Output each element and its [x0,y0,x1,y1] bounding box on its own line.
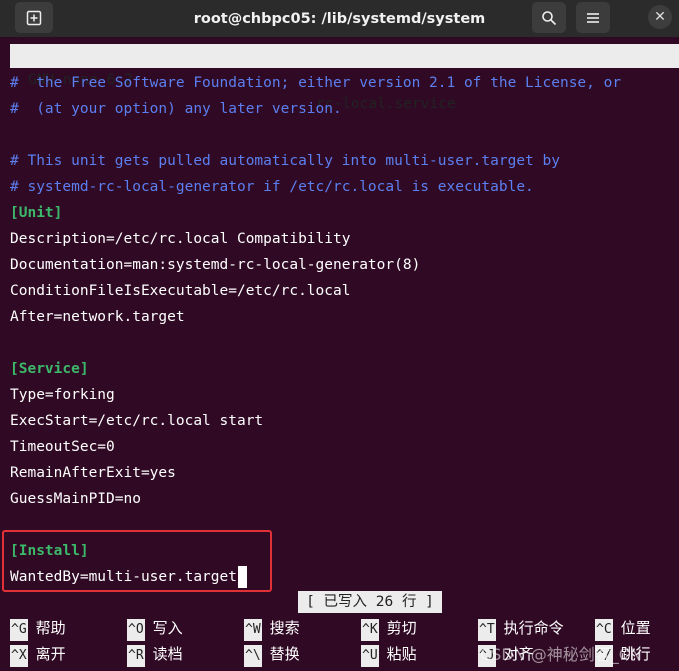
editor-line-text: TimeoutSec=0 [10,439,115,455]
editor-line[interactable]: [Service] [10,356,89,382]
watermark: CSDN @神秘剑客_CN [480,645,642,664]
editor-line[interactable]: GuessMainPID=no [10,486,141,512]
editor-line[interactable]: ExecStart=/etc/rc.local start [10,408,263,434]
editor-line[interactable]: Description=/etc/rc.local Compatibility [10,226,350,252]
shortcut-key: ^X [10,645,28,667]
editor-line[interactable]: # (at your option) any later version. [10,96,342,122]
shortcut-label: 执行命令 [503,619,564,637]
editor-line[interactable]: ConditionFileIsExecutable=/etc/rc.local [10,278,350,304]
shortcut-item[interactable]: ^G 帮助 [10,616,66,641]
editor-line-text: RemainAfterExit=yes [10,465,176,481]
shortcut-item[interactable]: ^T 执行命令 [478,616,564,641]
shortcut-key: ^C [595,619,613,641]
editor-line-text: Description=/etc/rc.local Compatibility [10,231,351,247]
shortcut-key: ^T [478,619,496,641]
shortcut-label: 剪切 [386,619,417,637]
editor-line-text: # the Free Software Foundation; either v… [10,75,622,91]
editor-line[interactable]: Documentation=man:systemd-rc-local-gener… [10,252,420,278]
close-icon: ✕ [654,9,666,25]
editor-line[interactable]: After=network.target [10,304,185,330]
shortcut-key: ^U [361,645,379,667]
editor-line-text: GuessMainPID=no [10,491,141,507]
editor-line[interactable]: Type=forking [10,382,115,408]
editor-line-text: [Service] [10,361,89,377]
menu-button[interactable] [576,2,610,33]
shortcut-label: 帮助 [35,619,66,637]
editor-line[interactable]: TimeoutSec=0 [10,434,115,460]
editor-line-text: ExecStart=/etc/rc.local start [10,413,264,429]
nano-header: GNU nano 6.2 rc-local.service [10,44,679,112]
shortcut-label: 替换 [269,645,300,663]
editor-line-text: Documentation=man:systemd-rc-local-gener… [10,257,421,273]
shortcut-item[interactable]: ^K 剪切 [361,616,417,641]
hamburger-menu-icon [587,12,599,23]
editor-line-text: [Unit] [10,205,63,221]
editor-line[interactable]: # This unit gets pulled automatically in… [10,148,560,174]
shortcut-item[interactable]: ^O 写入 [127,616,183,641]
editor-line-text: # systemd-rc-local-generator if /etc/rc.… [10,179,534,195]
shortcut-key: ^R [127,645,145,667]
shortcut-label: 粘贴 [386,645,417,663]
editor-line-text: # (at your option) any later version. [10,101,342,117]
editor-line-text: Type=forking [10,387,115,403]
search-button[interactable] [532,2,566,33]
editor-line-text: # This unit gets pulled automatically in… [10,153,560,169]
shortcut-item[interactable]: ^U 粘贴 [361,642,417,667]
shortcut-key: ^\ [244,645,262,667]
shortcut-item[interactable]: ^C 位置 [595,616,651,641]
editor-line[interactable]: # the Free Software Foundation; either v… [10,70,621,96]
shortcut-label: 位置 [620,619,651,637]
shortcut-label: 写入 [152,619,183,637]
shortcut-label: 读档 [152,645,183,663]
shortcut-label: 搜索 [269,619,300,637]
shortcut-key: ^O [127,619,145,641]
editor-line[interactable]: [Unit] [10,200,62,226]
shortcut-item[interactable]: ^X 离开 [10,642,66,667]
editor-line[interactable]: # systemd-rc-local-generator if /etc/rc.… [10,174,534,200]
shortcut-item[interactable]: ^\ 替换 [244,642,300,667]
close-button[interactable]: ✕ [648,5,672,29]
editor-line-text: ConditionFileIsExecutable=/etc/rc.local [10,283,351,299]
shortcut-item[interactable]: ^R 读档 [127,642,183,667]
window-titlebar: root@chbpc05: /lib/systemd/system ✕ [0,0,679,37]
shortcut-key: ^W [244,619,262,641]
editor-line[interactable]: RemainAfterExit=yes [10,460,176,486]
search-icon [542,10,557,25]
shortcut-key: ^G [10,619,28,641]
shortcut-key: ^K [361,619,379,641]
editor-line-text: After=network.target [10,309,185,325]
highlight-box [2,530,272,592]
shortcut-label: 离开 [35,645,66,663]
shortcut-item[interactable]: ^W 搜索 [244,616,300,641]
status-message: [ 已写入 26 行 ] [298,591,442,613]
